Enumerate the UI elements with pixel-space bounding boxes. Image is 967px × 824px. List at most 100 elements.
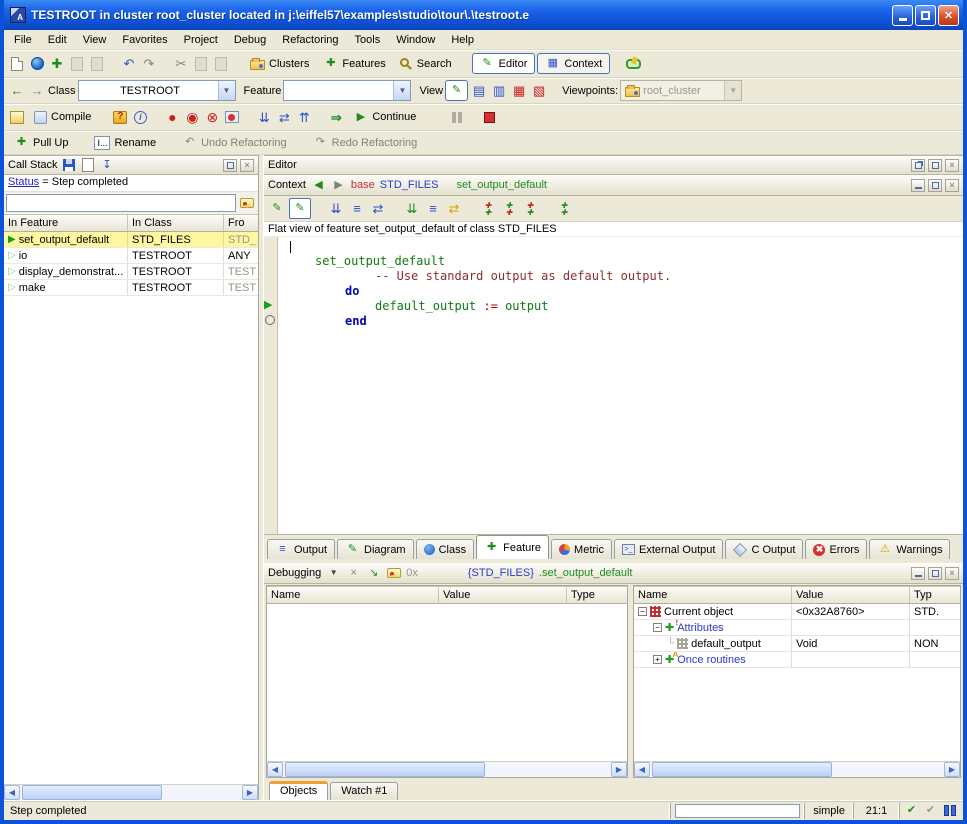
column-from[interactable]: Fro — [224, 215, 258, 231]
column-in-feature[interactable]: In Feature — [4, 215, 128, 231]
view-flat-icon[interactable]: ▦ — [510, 82, 528, 100]
exception-dialog-icon[interactable] — [238, 194, 256, 212]
tab-class[interactable]: Class — [416, 539, 475, 559]
object-tree-row[interactable]: +✚AOnce routines — [634, 652, 960, 668]
call-stack-hscrollbar[interactable]: ◀ ▶ — [4, 784, 258, 800]
tab-objects[interactable]: Objects — [269, 781, 328, 800]
creations-icon[interactable]: ⇄ — [445, 200, 463, 218]
feature-combobox[interactable]: ▼ — [283, 80, 411, 101]
stop-icon[interactable] — [480, 108, 498, 126]
redo-icon[interactable]: ↷ — [140, 55, 158, 73]
expand-icon[interactable]: + — [653, 655, 662, 664]
object-tree-row[interactable]: −Current object <0x32A8760> STD. — [634, 604, 960, 620]
debugging-minimize-icon[interactable] — [911, 567, 925, 580]
link-context-icon[interactable] — [624, 55, 642, 73]
save-all-icon[interactable] — [88, 55, 106, 73]
forward-icon[interactable]: → — [28, 82, 46, 100]
raise-tool-icon[interactable]: ↘ — [366, 566, 381, 581]
step-into-icon[interactable]: ⇊ — [255, 108, 273, 126]
editor-undock-icon[interactable] — [911, 159, 925, 172]
menu-file[interactable]: File — [6, 32, 40, 48]
remove-breakpoints-icon[interactable]: ⊗ — [203, 108, 221, 126]
collapse-icon[interactable]: − — [638, 607, 647, 616]
call-stack-filter-input[interactable] — [6, 194, 236, 212]
menu-debug[interactable]: Debug — [226, 32, 274, 48]
call-stack-row-current[interactable]: ▶set_output_default STD_FILES STD_ — [4, 232, 258, 248]
minimize-button[interactable] — [892, 5, 913, 26]
watch-table-hscrollbar[interactable]: ◀ ▶ — [267, 761, 627, 777]
context-minimize-icon[interactable] — [911, 179, 925, 192]
scroll-right-icon[interactable]: ▶ — [611, 762, 627, 777]
save-icon[interactable] — [68, 55, 86, 73]
menu-help[interactable]: Help — [443, 32, 482, 48]
objects-column-type[interactable]: Typ — [910, 587, 960, 603]
menu-tools[interactable]: Tools — [347, 32, 389, 48]
assigners-icon[interactable]: ≡ — [348, 200, 366, 218]
undo-refactoring-button[interactable]: ↶ Undo Refactoring — [176, 132, 293, 154]
enable-breakpoints-icon[interactable]: ● — [163, 108, 181, 126]
watch-column-type[interactable]: Type — [567, 587, 627, 603]
objects-table-hscrollbar[interactable]: ◀ ▶ — [634, 761, 960, 777]
menu-refactoring[interactable]: Refactoring — [274, 32, 346, 48]
breakpoint-margin[interactable]: ▶ — [264, 237, 278, 534]
ancestors-icon[interactable]: ✚✚ — [479, 200, 497, 218]
tab-warnings[interactable]: ⚠Warnings — [869, 539, 950, 559]
step-out-icon[interactable]: ⇈ — [295, 108, 313, 126]
close-button[interactable]: ✕ — [938, 5, 959, 26]
melt-icon[interactable] — [8, 108, 26, 126]
copy-icon[interactable] — [192, 55, 210, 73]
assignees-icon[interactable]: ≡ — [424, 200, 442, 218]
tab-watch-1[interactable]: Watch #1 — [330, 782, 398, 800]
tab-metric[interactable]: Metric — [551, 539, 612, 559]
objects-column-value[interactable]: Value — [792, 587, 910, 603]
scroll-left-icon[interactable]: ◀ — [4, 785, 20, 800]
context-maximize-icon[interactable] — [928, 179, 942, 192]
watch-column-name[interactable]: Name — [267, 587, 439, 603]
call-stack-row[interactable]: ▷io TESTROOT ANY — [4, 248, 258, 264]
tab-feature[interactable]: ✚Feature — [476, 535, 549, 559]
breakpoint-slot-icon[interactable] — [265, 315, 275, 325]
tab-diagram[interactable]: ✎Diagram — [337, 539, 414, 559]
object-tree-row[interactable]: −✚!Attributes — [634, 620, 960, 636]
rename-button[interactable]: I... Rename — [88, 132, 162, 154]
code-area[interactable]: ▶ set_output_default -- Use standard out… — [264, 237, 963, 534]
view-text-icon[interactable]: ▥ — [490, 82, 508, 100]
call-stack-close-icon[interactable]: × — [240, 159, 254, 172]
flat-view-button[interactable]: ✎ — [289, 198, 311, 219]
debug-breadcrumb-class[interactable]: {STD_FILES} — [468, 567, 534, 579]
watch-table-empty[interactable] — [267, 604, 627, 761]
scroll-left-icon[interactable]: ◀ — [267, 762, 283, 777]
callers-icon[interactable]: ⇊ — [327, 200, 345, 218]
breadcrumb-base[interactable]: base — [351, 179, 375, 191]
class-combobox-arrow-icon[interactable]: ▼ — [218, 81, 235, 100]
view-editor-button[interactable]: ✎ — [445, 80, 468, 101]
objects-column-name[interactable]: Name — [634, 587, 792, 603]
descendants-icon[interactable]: ✚✚ — [500, 200, 518, 218]
debugging-close-icon[interactable]: × — [945, 567, 959, 580]
scroll-right-icon[interactable]: ▶ — [944, 762, 960, 777]
breadcrumb-class[interactable]: STD_FILES — [380, 179, 439, 191]
context-forward-icon[interactable]: ▶ — [331, 178, 346, 193]
disable-breakpoints-icon[interactable]: ◉ — [183, 108, 201, 126]
open-icon[interactable] — [28, 55, 46, 73]
view-contract-icon[interactable]: ▧ — [530, 82, 548, 100]
objects-table-empty[interactable] — [634, 668, 960, 761]
run-to-cursor-icon[interactable]: ⇒ — [327, 108, 345, 126]
search-button[interactable]: Search — [394, 53, 458, 75]
call-stack-row[interactable]: ▷display_demonstrat... TESTROOT TEST — [4, 264, 258, 280]
feature-combobox-arrow-icon[interactable]: ▼ — [393, 81, 410, 100]
object-tree-row[interactable]: └default_output Void NON — [634, 636, 960, 652]
scroll-right-icon[interactable]: ▶ — [242, 785, 258, 800]
tab-external-output[interactable]: >_External Output — [614, 539, 723, 559]
redo-refactoring-button[interactable]: ↷ Redo Refactoring — [307, 132, 424, 154]
suppliers-icon[interactable]: ✚✚ — [555, 200, 573, 218]
breadcrumb-feature[interactable]: set_output_default — [456, 179, 547, 191]
call-stack-row[interactable]: ▷make TESTROOT TEST — [4, 280, 258, 296]
info-icon[interactable]: i — [131, 108, 149, 126]
paste-icon[interactable] — [212, 55, 230, 73]
exception-bubble-icon[interactable] — [386, 566, 401, 581]
debug-breadcrumb-feature[interactable]: .set_output_default — [539, 567, 633, 579]
compile-button[interactable]: Compile — [28, 106, 97, 128]
call-stack-maximize-icon[interactable] — [223, 159, 237, 172]
callees-icon[interactable]: ⇊ — [403, 200, 421, 218]
